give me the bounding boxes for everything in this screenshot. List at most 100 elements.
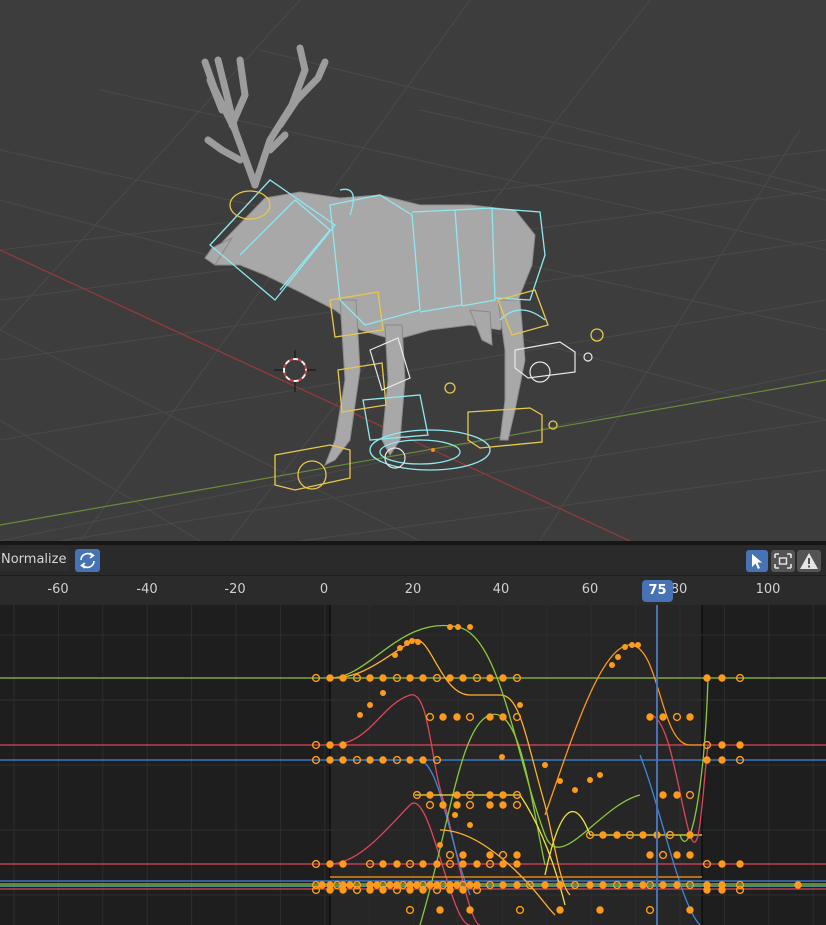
- keyframe-point: [326, 886, 334, 894]
- keyframe-point: [615, 654, 621, 660]
- keyframe-point: [718, 756, 726, 764]
- keyframe-point: [572, 787, 578, 793]
- keyframe-point: [466, 906, 474, 914]
- keyframe-point: [736, 860, 744, 868]
- keyframe-point: [599, 831, 607, 839]
- ruler-tick: 100: [755, 582, 781, 597]
- 3d-viewport[interactable]: [0, 0, 826, 541]
- keyframe-point: [419, 674, 427, 682]
- keyframe-point: [499, 801, 507, 809]
- keyframe-point: [453, 791, 461, 799]
- keyframe-point: [459, 851, 467, 859]
- normalize-auto-toggle[interactable]: [75, 549, 100, 572]
- keyframe-point: [703, 886, 711, 894]
- keyframe-point: [459, 674, 467, 682]
- 3d-cursor-icon: [274, 350, 316, 392]
- keyframe-point: [426, 791, 434, 799]
- keyframe-point: [467, 822, 473, 828]
- warning-icon: [800, 553, 818, 569]
- keyframe-point: [499, 860, 507, 868]
- keyframe-point: [735, 885, 745, 895]
- current-frame-indicator[interactable]: 75: [642, 580, 673, 602]
- keyframe-point: [326, 674, 334, 682]
- keyframe-point: [415, 639, 421, 645]
- keyframe-point: [646, 713, 654, 721]
- show-cursor-button[interactable]: [746, 550, 768, 572]
- keyframe-point: [513, 851, 521, 859]
- keyframe-point: [406, 756, 414, 764]
- keyframe-point: [339, 741, 347, 749]
- keyframe-point: [452, 812, 458, 818]
- viewport-scene: [0, 0, 826, 541]
- keyframe-point: [499, 713, 507, 721]
- keyframe-point: [453, 801, 461, 809]
- keyframe-point: [557, 778, 563, 784]
- deer-mesh: [204, 191, 536, 467]
- keyframe-point: [597, 772, 603, 778]
- keyframe-point: [686, 831, 694, 839]
- keyframe-point: [439, 713, 447, 721]
- keyframe-point: [426, 881, 434, 889]
- frame-selected-button[interactable]: [771, 550, 795, 572]
- keyframe-point: [366, 756, 374, 764]
- keyframe-point: [379, 674, 387, 682]
- keyframe-point: [380, 690, 386, 696]
- keyframe-point: [626, 881, 634, 889]
- keyframe-point: [339, 886, 347, 894]
- ruler-tick: 60: [581, 582, 599, 597]
- keyframe-point: [639, 831, 647, 839]
- keyframe-point: [486, 674, 494, 682]
- keyframe-point: [467, 624, 473, 630]
- keyframe-point: [486, 791, 494, 799]
- keyframe-point: [599, 881, 607, 889]
- keyframe-point: [486, 801, 494, 809]
- keyframe-point: [499, 881, 507, 889]
- keyframe-point: [406, 886, 414, 894]
- keyframe-point: [311, 885, 321, 895]
- keyframe-point: [486, 713, 494, 721]
- keyframe-point: [542, 762, 548, 768]
- ruler-tick: -20: [224, 582, 246, 597]
- normalize-button[interactable]: Normalize: [0, 549, 70, 571]
- keyframe-point: [596, 906, 604, 914]
- keyframe-point: [466, 881, 474, 889]
- keyframe-point: [447, 624, 453, 630]
- graph-editor-canvas[interactable]: [0, 605, 826, 925]
- keyframe-point: [455, 624, 461, 630]
- keyframe-point: [437, 842, 443, 848]
- keyframe-point: [718, 741, 726, 749]
- f-curves: [0, 605, 826, 925]
- keyframe-point: [703, 756, 711, 764]
- keyframe-point: [587, 777, 593, 783]
- keyframe-point: [513, 881, 521, 889]
- frame-ruler[interactable]: -60 -40 -20 0 20 40 60 80 100: [0, 576, 826, 605]
- keyframe-point: [473, 860, 481, 868]
- keyframe-point: [326, 860, 334, 868]
- keyframe-point: [453, 713, 461, 721]
- keyframe-point: [718, 674, 726, 682]
- keyframe-point: [366, 886, 374, 894]
- keyframe-point: [673, 851, 681, 859]
- ruler-tick: 80: [670, 582, 688, 597]
- keyframe-point: [459, 860, 467, 868]
- y-axis-line: [0, 379, 826, 526]
- keyframe-point: [659, 881, 667, 889]
- keyframe-point: [406, 674, 414, 682]
- keyframe-point: [703, 674, 711, 682]
- keyframe-point: [513, 860, 521, 868]
- keyframe-point: [419, 886, 427, 894]
- keyframe-point: [517, 702, 523, 708]
- keyframe-point: [718, 860, 726, 868]
- keyframe-point: [339, 860, 347, 868]
- keyframe-point: [736, 741, 744, 749]
- only-show-errors-button[interactable]: [797, 550, 821, 572]
- ruler-tick: 20: [404, 582, 422, 597]
- keyframe-point: [366, 674, 374, 682]
- antlers: [201, 44, 329, 189]
- keyframe-point: [446, 886, 454, 894]
- cursor-arrow-icon: [752, 554, 762, 569]
- keyframe-point: [409, 638, 415, 644]
- keyframe-point: [459, 886, 467, 894]
- keyframe-point: [499, 791, 507, 799]
- keyframe-point: [499, 674, 507, 682]
